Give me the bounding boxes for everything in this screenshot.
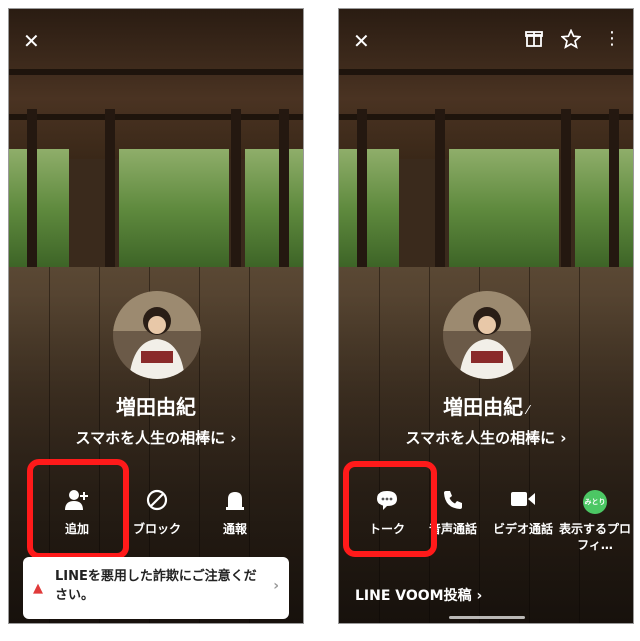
status-message[interactable]: スマホを人生の相棒に ›	[9, 427, 303, 448]
edit-pencil-icon[interactable]: ⁄	[523, 403, 529, 417]
avatar[interactable]	[443, 291, 531, 379]
profile-name: 増田由紀	[116, 395, 196, 419]
star-icon[interactable]	[560, 28, 582, 52]
chevron-right-icon: ›	[273, 578, 279, 594]
profile-name: 増田由紀 ⁄	[443, 395, 529, 419]
more-icon[interactable]: ⋮	[603, 29, 621, 49]
scam-warning-banner[interactable]: ▲ LINEを悪用した詐欺にご注意ください。 ›	[23, 557, 289, 619]
report-icon	[199, 489, 271, 515]
mitori-icon: みとり	[557, 489, 633, 515]
video-call-button[interactable]: ビデオ通話	[487, 489, 559, 537]
profile-display-button[interactable]: みとり 表示するプロフィ…	[557, 489, 633, 553]
video-call-label: ビデオ通話	[492, 522, 553, 536]
profile-screen-not-friend: ✕ 増田由紀 スマホを人生の相棒に › 追加 ブロック 通報 ▲ LINEを悪用…	[8, 8, 304, 624]
profile-display-label: 表示するプロフィ…	[558, 522, 631, 552]
warning-icon: ▲	[33, 581, 43, 596]
video-icon	[487, 489, 559, 515]
avatar[interactable]	[113, 291, 201, 379]
block-button[interactable]: ブロック	[121, 489, 193, 537]
chevron-right-icon: ›	[555, 429, 567, 447]
close-icon[interactable]: ✕	[23, 31, 40, 51]
scam-warning-text: LINEを悪用した詐欺にご注意ください。	[55, 569, 257, 603]
report-button[interactable]: 通報	[199, 489, 271, 537]
block-label: ブロック	[132, 522, 181, 536]
highlight-box	[343, 461, 437, 557]
gift-icon[interactable]	[525, 29, 543, 50]
status-message[interactable]: スマホを人生の相棒に ›	[339, 427, 633, 448]
block-icon	[121, 489, 193, 515]
mitori-badge: みとり	[583, 490, 607, 514]
line-voom-posts-link[interactable]: LINE VOOM投稿 ›	[355, 585, 482, 605]
report-label: 通報	[222, 522, 247, 536]
chevron-right-icon: ›	[471, 588, 483, 604]
profile-screen-friend: ✕ ⋮ 増田由紀 ⁄ スマホを人生の相棒に › トーク 音声通話 ビデオ通話 み…	[338, 8, 634, 624]
chevron-right-icon: ›	[225, 429, 237, 447]
home-indicator	[449, 616, 525, 619]
highlight-box	[27, 459, 129, 559]
close-icon[interactable]: ✕	[353, 31, 370, 51]
